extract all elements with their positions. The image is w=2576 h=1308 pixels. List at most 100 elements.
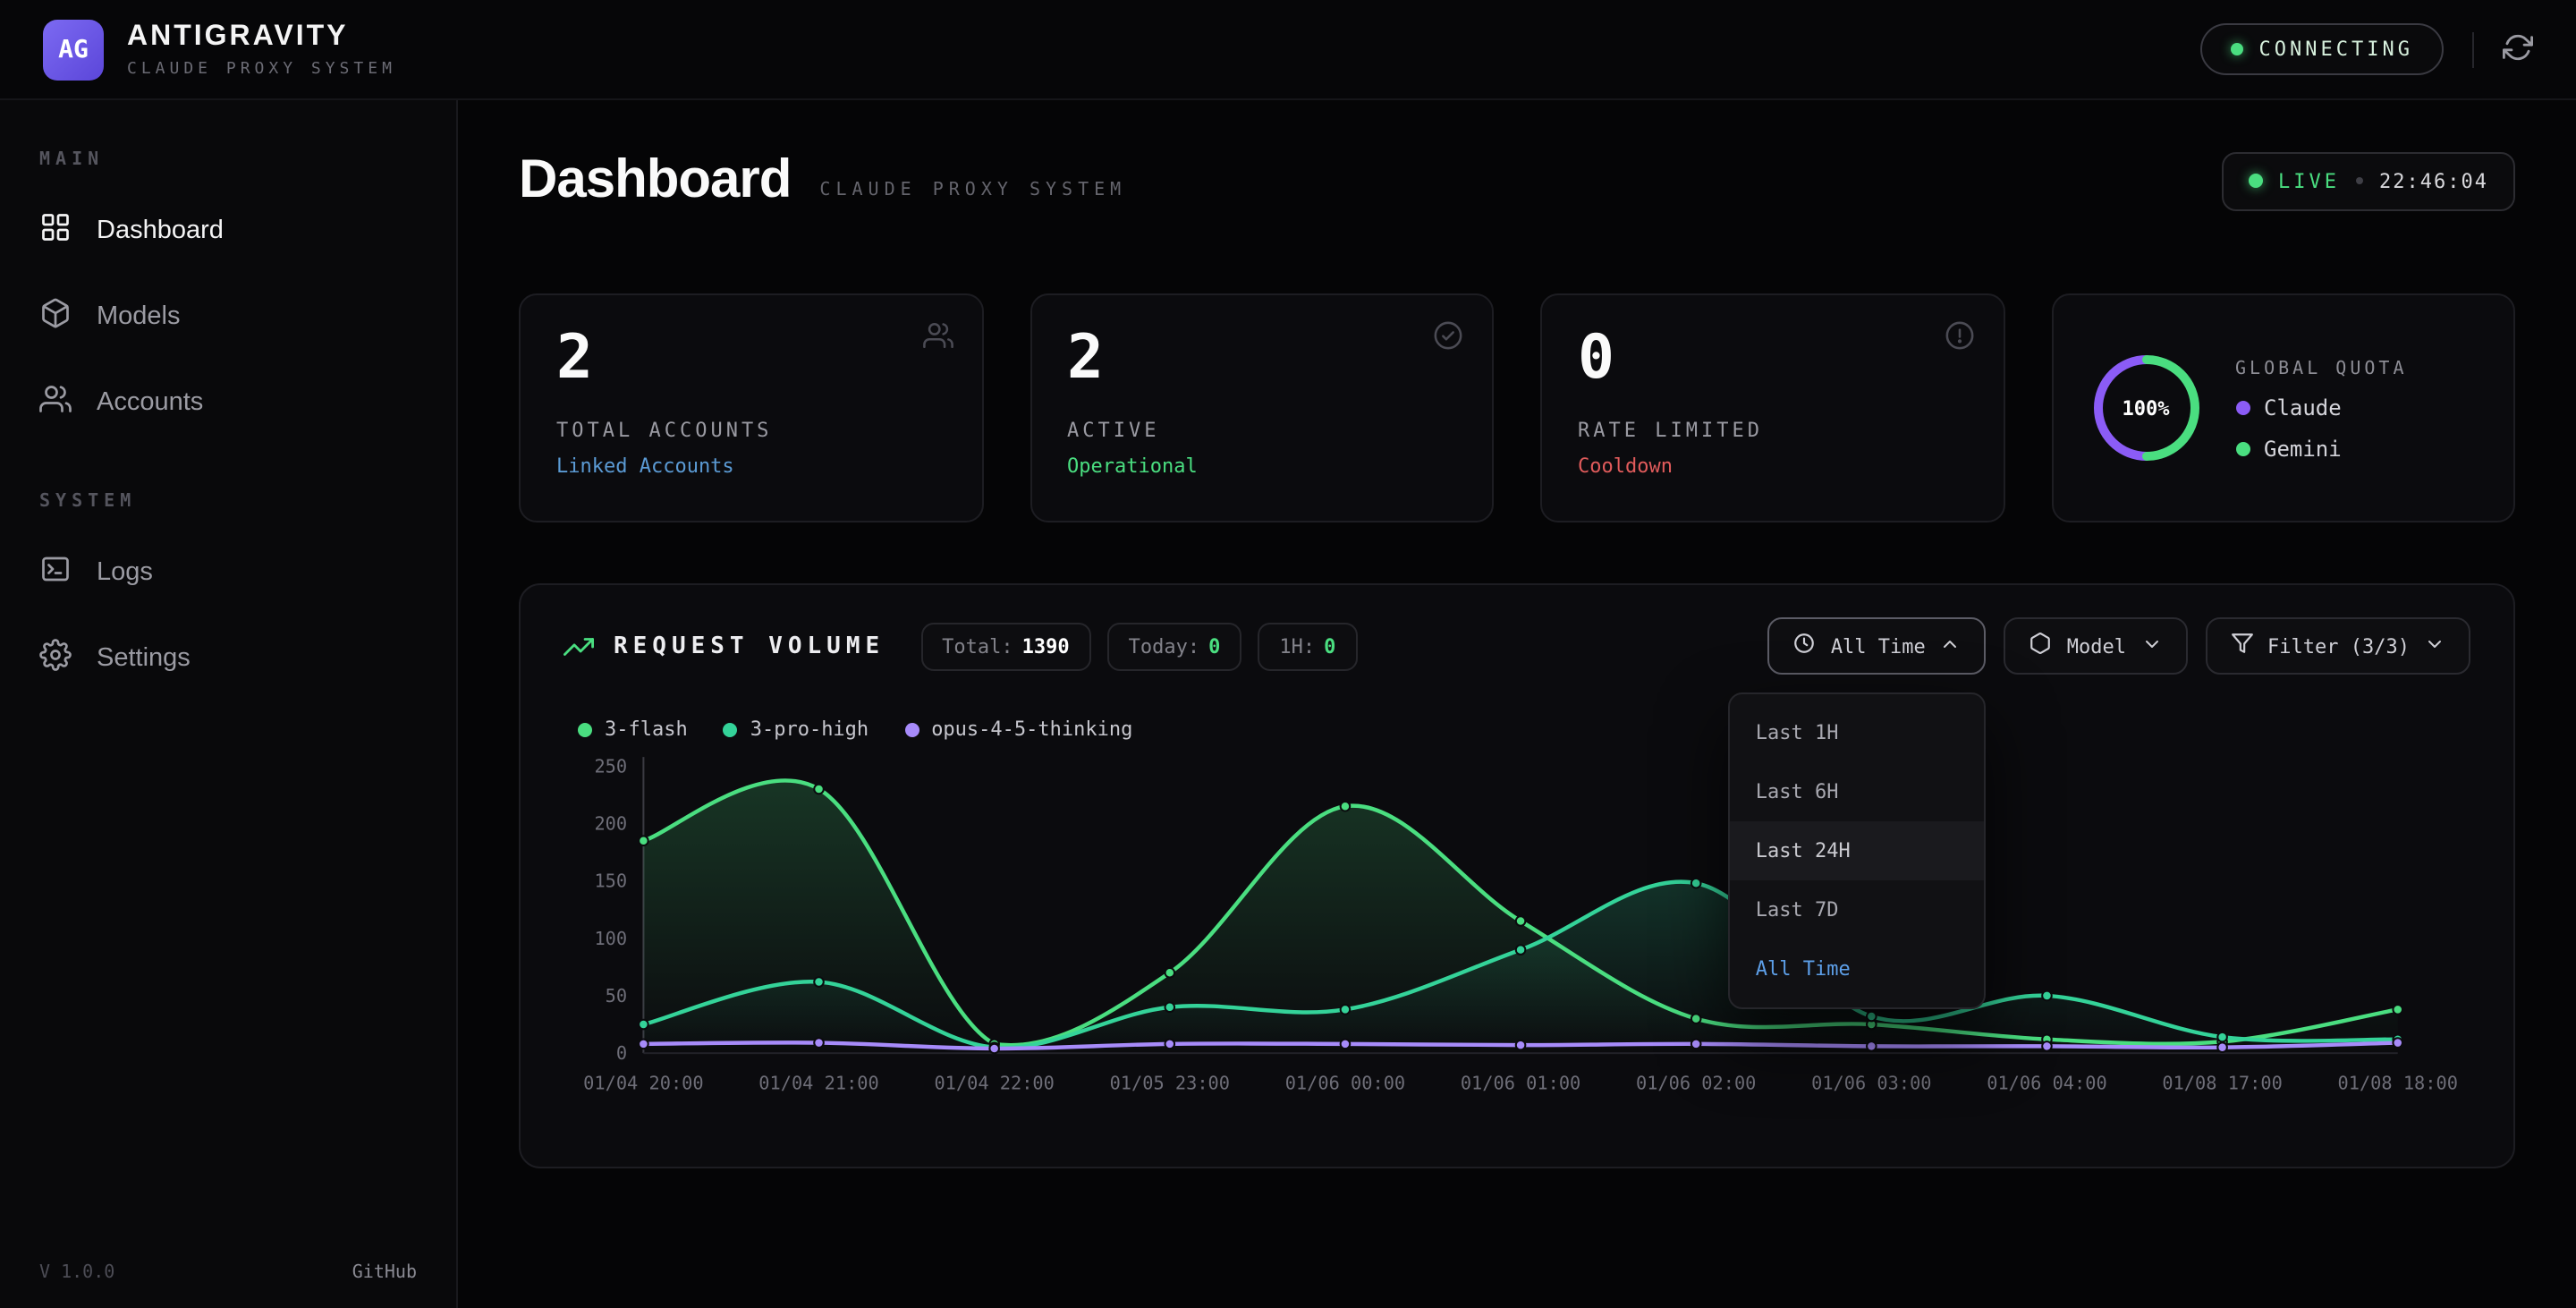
sidebar-item-label: Accounts xyxy=(97,388,203,417)
dropdown-item-last-6h[interactable]: Last 6H xyxy=(1731,762,1985,821)
dropdown-item-last-24h[interactable]: Last 24H xyxy=(1731,821,1985,880)
brand: AG ANTIGRAVITY CLAUDE PROXY SYSTEM xyxy=(43,19,396,80)
svg-text:01/04 21:00: 01/04 21:00 xyxy=(758,1073,878,1094)
quota-label: GLOBAL QUOTA xyxy=(2235,359,2408,378)
time-range-dropdown: Last 1H Last 6H Last 24H Last 7D All Tim… xyxy=(1729,692,1987,1009)
legend-item-3-flash[interactable]: 3-flash xyxy=(578,718,688,741)
stat-value: 2 xyxy=(1067,324,1456,394)
sidebar-section-main: MAIN xyxy=(0,150,456,170)
legend-label: Claude xyxy=(2264,395,2342,420)
badge-label: Total: xyxy=(942,634,1013,658)
model-filter-button[interactable]: Model xyxy=(2004,617,2187,675)
legend-label: Gemini xyxy=(2264,436,2342,461)
series-dot-icon xyxy=(724,722,738,736)
sidebar-section-system: SYSTEM xyxy=(0,492,456,512)
chevron-down-icon xyxy=(2424,633,2445,659)
stat-label: TOTAL ACCOUNTS xyxy=(556,419,945,442)
svg-text:01/06 03:00: 01/06 03:00 xyxy=(1811,1073,1931,1094)
time-range-value: All Time xyxy=(1831,634,1926,658)
sidebar-item-label: Settings xyxy=(97,644,191,673)
check-circle-icon xyxy=(1433,320,1463,360)
total-badge: Total: 1390 xyxy=(920,622,1091,670)
badge-label: Today: xyxy=(1129,634,1200,658)
chart-title: REQUEST VOLUME xyxy=(614,633,885,659)
users-icon xyxy=(922,320,953,360)
cube-icon xyxy=(39,297,72,336)
app-subtitle: CLAUDE PROXY SYSTEM xyxy=(127,60,396,78)
trending-up-icon xyxy=(564,631,594,661)
github-link[interactable]: GitHub xyxy=(352,1263,417,1283)
request-volume-card: REQUEST VOLUME Total: 1390 Today: 0 1H: 0 A… xyxy=(519,583,2515,1168)
grid-icon xyxy=(39,211,72,251)
stat-value: 0 xyxy=(1578,324,1967,394)
app-root: AG ANTIGRAVITY CLAUDE PROXY SYSTEM CONNE… xyxy=(0,0,2576,1308)
today-badge: Today: 0 xyxy=(1107,622,1242,670)
filter-button[interactable]: Filter (3/3) xyxy=(2205,617,2470,675)
live-label: LIVE xyxy=(2278,169,2340,192)
live-dot-icon xyxy=(2248,174,2262,188)
connection-status-badge[interactable]: CONNECTING xyxy=(2200,23,2444,75)
badge-value: 0 xyxy=(1324,634,1335,658)
svg-text:01/08 17:00: 01/08 17:00 xyxy=(2162,1073,2282,1094)
top-header: AG ANTIGRAVITY CLAUDE PROXY SYSTEM CONNE… xyxy=(0,0,2576,100)
clock-icon xyxy=(1793,632,1817,660)
time-range-button[interactable]: All Time xyxy=(1768,617,1987,675)
quota-ring-chart: 100% xyxy=(2089,351,2203,465)
connection-status-label: CONNECTING xyxy=(2259,38,2413,61)
stat-card-active: 2 ACTIVE Operational xyxy=(1030,293,1494,522)
stat-sublabel: Cooldown xyxy=(1578,454,1967,478)
svg-text:01/06 01:00: 01/06 01:00 xyxy=(1461,1073,1580,1094)
stat-card-global-quota: 100% GLOBAL QUOTA Claude Gemini xyxy=(2051,293,2515,522)
sidebar-item-models[interactable]: Models xyxy=(0,274,456,360)
badge-label: 1H: xyxy=(1279,634,1315,658)
quota-legend-gemini: Gemini xyxy=(2235,436,2408,461)
refresh-button[interactable] xyxy=(2503,31,2533,67)
badge-value: 0 xyxy=(1208,634,1220,658)
svg-text:150: 150 xyxy=(594,871,627,892)
stat-card-total-accounts: 2 TOTAL ACCOUNTS Linked Accounts xyxy=(519,293,983,522)
gear-icon xyxy=(39,639,72,678)
gemini-dot-icon xyxy=(2235,441,2250,455)
stat-label: RATE LIMITED xyxy=(1578,419,1967,442)
legend-item-3-pro-high[interactable]: 3-pro-high xyxy=(724,718,869,741)
app-logo: AG xyxy=(43,19,104,80)
svg-text:01/05 23:00: 01/05 23:00 xyxy=(1110,1073,1230,1094)
stat-sublabel: Linked Accounts xyxy=(556,454,945,478)
dropdown-item-all-time[interactable]: All Time xyxy=(1731,939,1985,998)
dropdown-item-last-7d[interactable]: Last 7D xyxy=(1731,880,1985,939)
svg-text:50: 50 xyxy=(606,985,627,1006)
version-label: V 1.0.0 xyxy=(39,1263,114,1283)
separator-dot-icon xyxy=(2356,177,2363,184)
sidebar-item-accounts[interactable]: Accounts xyxy=(0,360,456,446)
quota-percent: 100% xyxy=(2089,351,2203,465)
page-title: Dashboard xyxy=(519,150,791,211)
sidebar-item-settings[interactable]: Settings xyxy=(0,616,456,701)
svg-text:200: 200 xyxy=(594,813,627,835)
sidebar-item-label: Dashboard xyxy=(97,217,224,245)
svg-text:100: 100 xyxy=(594,928,627,949)
legend-item-opus[interactable]: opus-4-5-thinking xyxy=(904,718,1132,741)
terminal-icon xyxy=(39,553,72,592)
refresh-icon xyxy=(2503,31,2533,67)
quota-legend-claude: Claude xyxy=(2235,395,2408,420)
claude-dot-icon xyxy=(2235,400,2250,414)
clock-value: 22:46:04 xyxy=(2379,169,2488,192)
badge-value: 1390 xyxy=(1022,634,1070,658)
sidebar-item-logs[interactable]: Logs xyxy=(0,530,456,616)
legend-label: opus-4-5-thinking xyxy=(931,718,1132,741)
svg-text:01/08 18:00: 01/08 18:00 xyxy=(2338,1073,2458,1094)
svg-text:01/04 22:00: 01/04 22:00 xyxy=(934,1073,1054,1094)
stat-value: 2 xyxy=(556,324,945,394)
svg-text:01/04 20:00: 01/04 20:00 xyxy=(583,1073,703,1094)
sidebar-item-label: Logs xyxy=(97,558,153,587)
svg-text:01/06 02:00: 01/06 02:00 xyxy=(1636,1073,1756,1094)
legend-label: 3-flash xyxy=(605,718,688,741)
svg-text:01/06 00:00: 01/06 00:00 xyxy=(1285,1073,1405,1094)
sidebar-item-dashboard[interactable]: Dashboard xyxy=(0,188,456,274)
dropdown-item-last-1h[interactable]: Last 1H xyxy=(1731,703,1985,762)
filter-button-label: Filter (3/3) xyxy=(2267,634,2410,658)
page-subtitle: CLAUDE PROXY SYSTEM xyxy=(819,180,1126,200)
chevron-up-icon xyxy=(1940,633,1962,659)
cube-icon xyxy=(2029,632,2053,660)
stat-label: ACTIVE xyxy=(1067,419,1456,442)
